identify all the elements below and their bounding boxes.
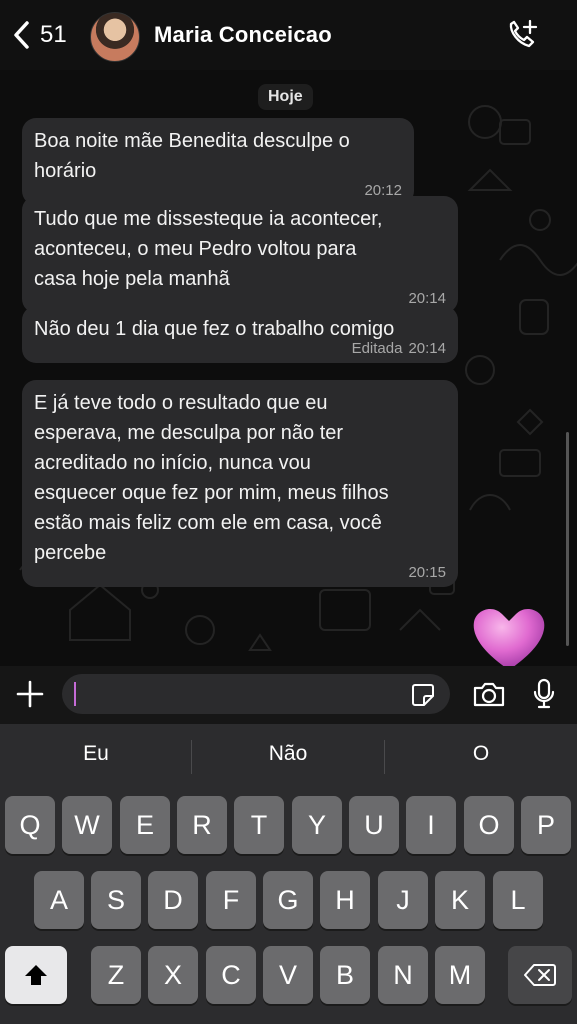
attach-button[interactable]: [14, 678, 46, 715]
text-caret: [74, 682, 76, 706]
key-l[interactable]: L: [493, 871, 543, 929]
suggestion-1[interactable]: Eu: [0, 742, 192, 766]
keyboard: Eu Não O Q W E R T Y U I O P A S D F G H…: [0, 724, 577, 1024]
key-m[interactable]: M: [435, 946, 485, 1004]
key-s[interactable]: S: [91, 871, 141, 929]
key-h[interactable]: H: [320, 871, 370, 929]
message-bubble[interactable]: Boa noite mãe Benedita desculpe o horári…: [22, 118, 414, 205]
backspace-key[interactable]: [508, 946, 572, 1004]
microphone-button[interactable]: [532, 678, 556, 715]
key-j[interactable]: J: [378, 871, 428, 929]
contact-name[interactable]: Maria Conceicao: [154, 22, 332, 48]
key-g[interactable]: G: [263, 871, 313, 929]
key-b[interactable]: B: [320, 946, 370, 1004]
suggestion-2[interactable]: Não: [192, 742, 384, 766]
key-k[interactable]: K: [435, 871, 485, 929]
avatar[interactable]: [90, 12, 140, 62]
edited-label: Editada: [351, 340, 403, 357]
composer-bar: [0, 666, 577, 724]
scrollbar[interactable]: [566, 432, 569, 646]
backspace-icon: [524, 964, 556, 986]
shift-icon: [25, 965, 47, 985]
camera-icon: [473, 682, 505, 707]
key-t[interactable]: T: [234, 796, 284, 854]
key-p[interactable]: P: [521, 796, 571, 854]
message-time: 20:14: [408, 340, 446, 357]
sticker-button[interactable]: [410, 682, 436, 713]
key-o[interactable]: O: [464, 796, 514, 854]
key-x[interactable]: X: [148, 946, 198, 1004]
plus-icon: [16, 680, 44, 708]
chat-header: 51 Maria Conceicao: [0, 0, 577, 70]
key-u[interactable]: U: [349, 796, 399, 854]
message-input[interactable]: [62, 674, 450, 714]
chevron-left-icon: [14, 21, 29, 49]
call-button[interactable]: [505, 18, 539, 57]
unread-count: 51: [40, 21, 67, 48]
message-bubble[interactable]: E já teve todo o resultado que eu espera…: [22, 380, 458, 587]
suggestion-bar: Eu Não O: [0, 724, 577, 790]
key-c[interactable]: C: [206, 946, 256, 1004]
suggestion-3[interactable]: O: [385, 742, 577, 766]
key-i[interactable]: I: [406, 796, 456, 854]
date-separator: Hoje: [258, 84, 313, 110]
key-n[interactable]: N: [378, 946, 428, 1004]
key-r[interactable]: R: [177, 796, 227, 854]
message-bubble[interactable]: Não deu 1 dia que fez o trabalho comigo …: [22, 306, 458, 363]
message-text: Boa noite mãe Benedita desculpe o horári…: [34, 130, 350, 182]
key-d[interactable]: D: [148, 871, 198, 929]
key-z[interactable]: Z: [91, 946, 141, 1004]
chat-area[interactable]: Hoje Boa noite mãe Benedita desculpe o h…: [0, 70, 577, 666]
message-time: 20:14: [408, 290, 446, 307]
camera-button[interactable]: [472, 680, 506, 713]
key-q[interactable]: Q: [5, 796, 55, 854]
pink-heart-emoji[interactable]: [470, 604, 548, 666]
microphone-icon: [533, 678, 555, 709]
key-a[interactable]: A: [34, 871, 84, 929]
key-y[interactable]: Y: [292, 796, 342, 854]
key-e[interactable]: E: [120, 796, 170, 854]
key-w[interactable]: W: [62, 796, 112, 854]
key-v[interactable]: V: [263, 946, 313, 1004]
key-f[interactable]: F: [206, 871, 256, 929]
message-bubble[interactable]: Tudo que me dissesteque ia acontecer, ac…: [22, 196, 458, 313]
message-text: E já teve todo o resultado que eu espera…: [34, 392, 389, 564]
message-time: 20:15: [408, 564, 446, 581]
message-text: Tudo que me dissesteque ia acontecer, ac…: [34, 208, 383, 290]
sticker-icon: [412, 684, 434, 706]
shift-key[interactable]: [5, 946, 67, 1004]
phone-plus-icon: [509, 19, 538, 48]
back-button[interactable]: 51: [12, 20, 67, 50]
